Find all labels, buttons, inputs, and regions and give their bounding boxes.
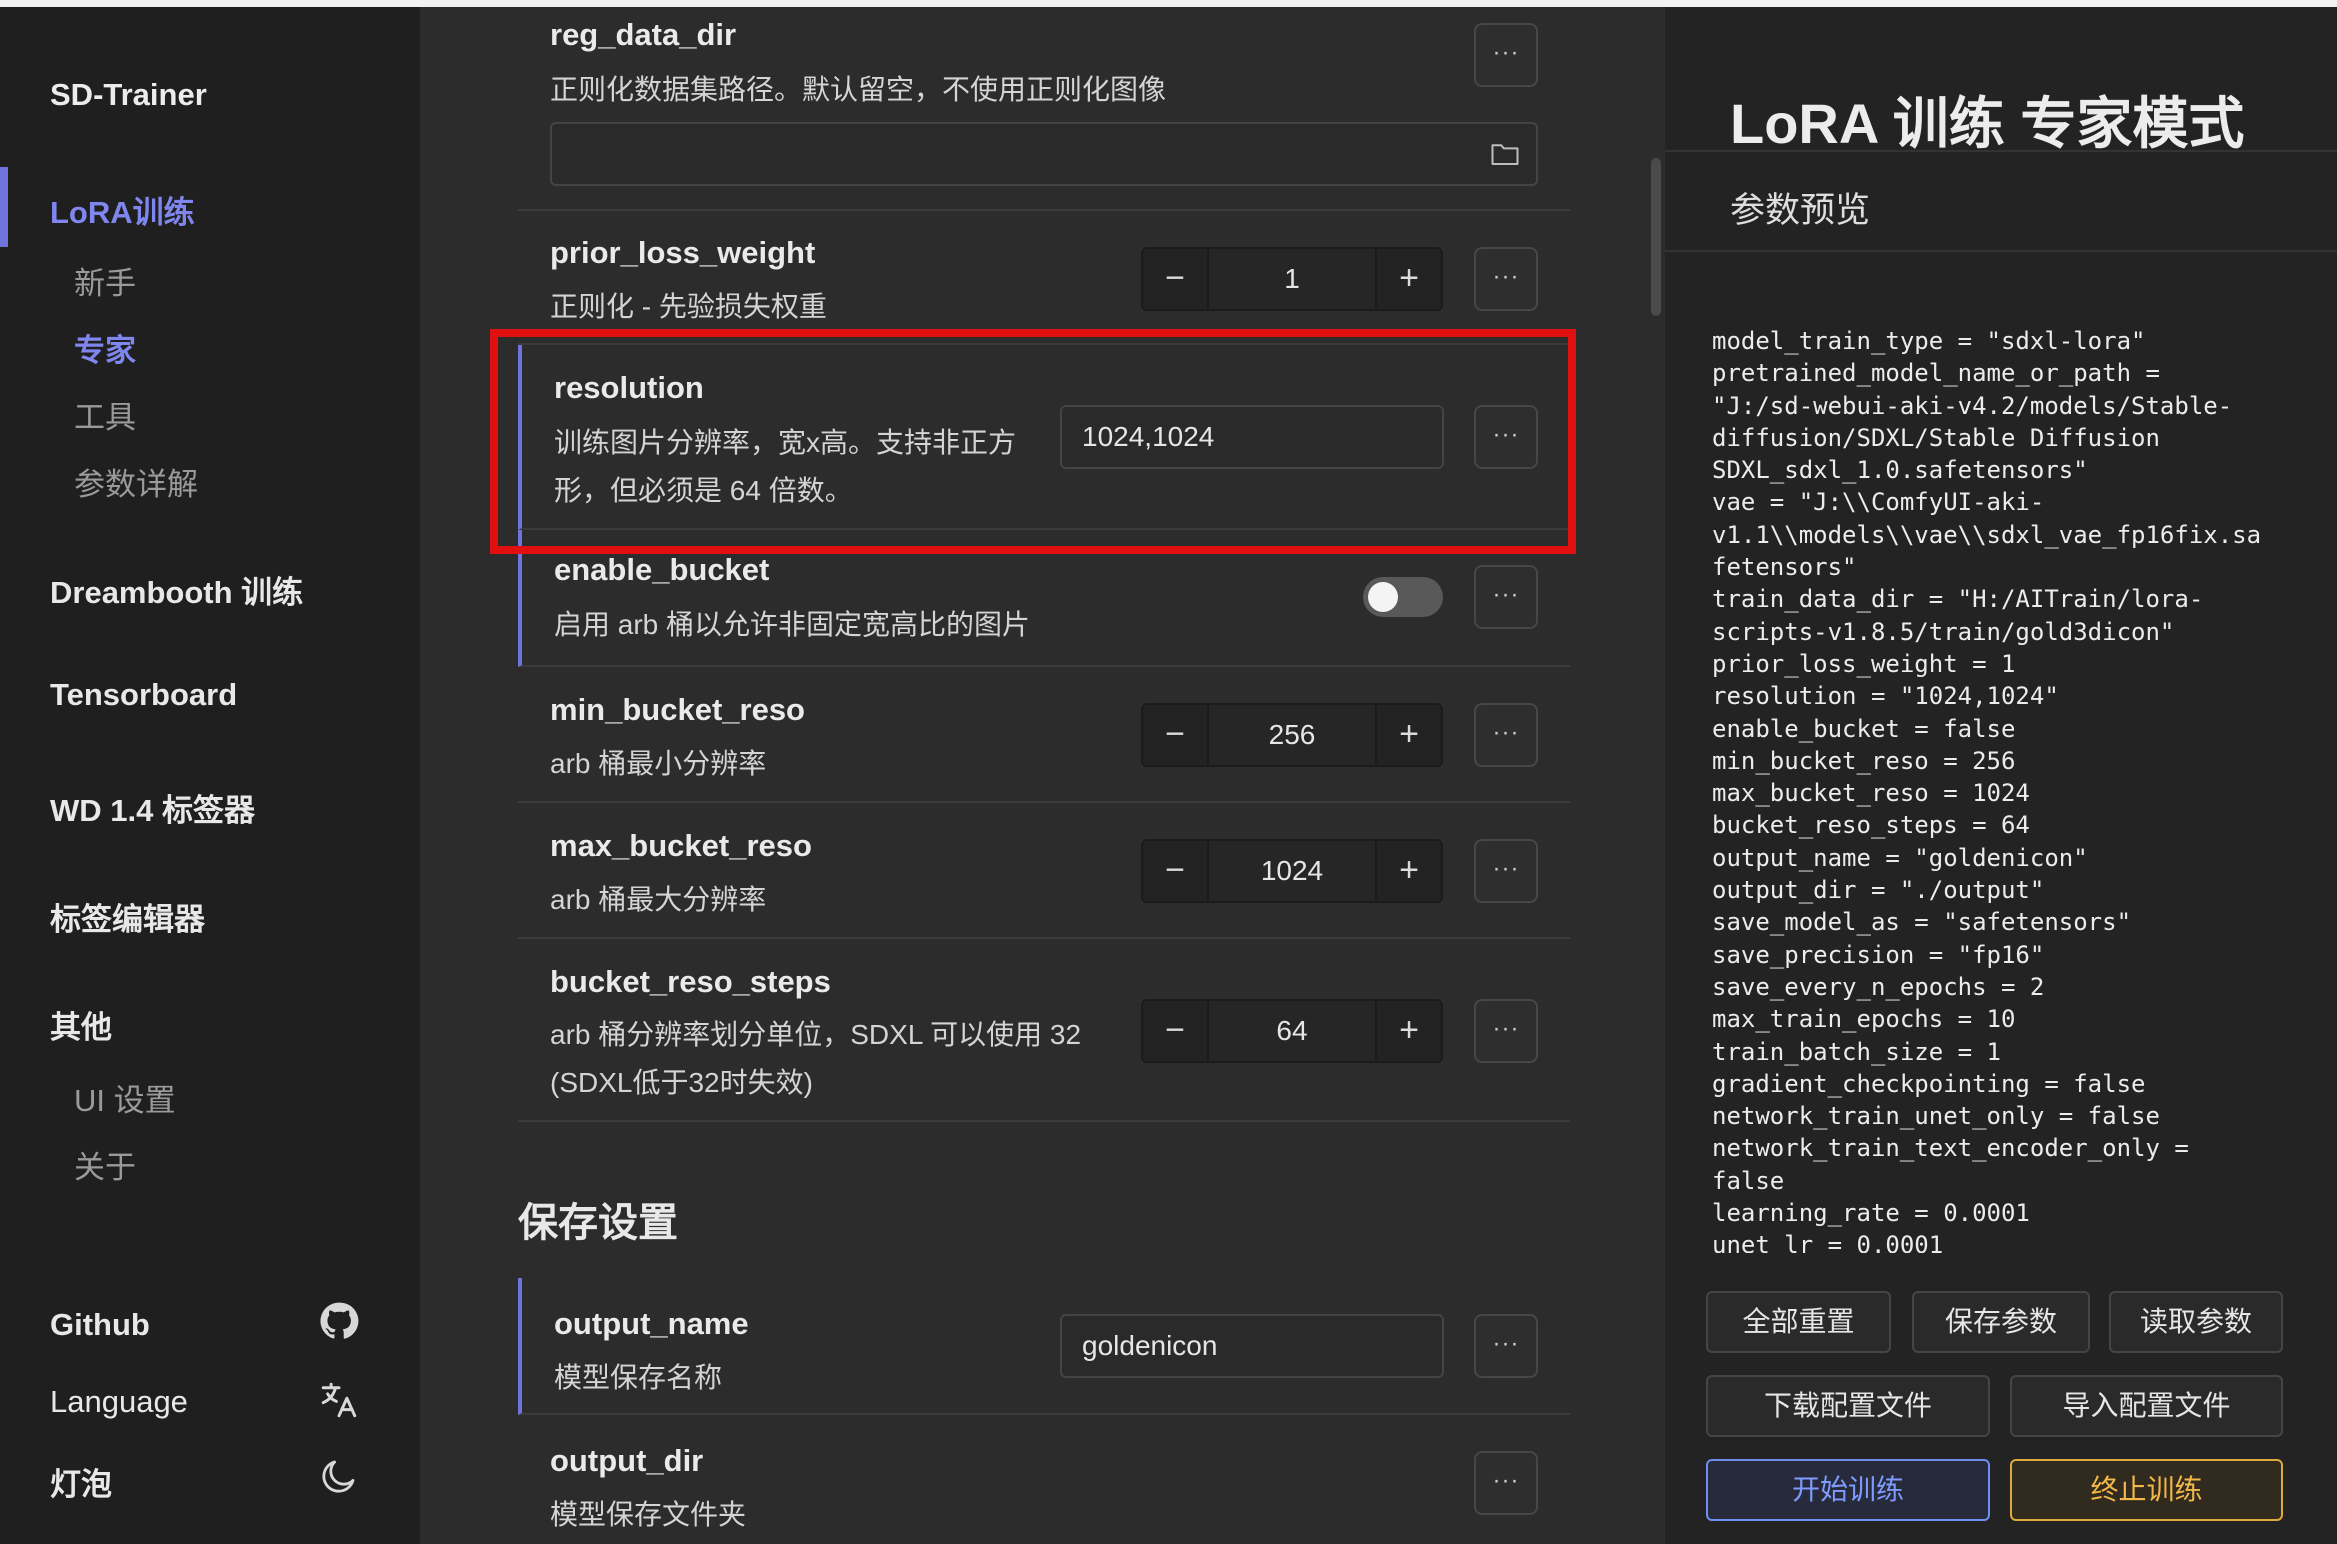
preview-title: 参数预览 [1730,191,1871,230]
increment-button[interactable]: + [1377,249,1441,309]
more-options-button[interactable]: ··· [1474,1314,1538,1378]
save-params-button[interactable]: 保存参数 [1912,1291,2090,1353]
more-options-button[interactable]: ··· [1474,23,1538,87]
param-name: bucket_reso_steps [550,964,831,999]
reg-data-dir-input[interactable] [550,122,1538,186]
sidebar-item-theme[interactable]: 灯泡 [50,1459,112,1504]
translate-icon[interactable] [318,1379,360,1421]
decrement-button[interactable]: − [1143,705,1207,765]
param-desc: 模型保存名称 [554,1362,723,1393]
param-desc-line1: arb 桶分辨率划分单位，SDXL 可以使用 32 [550,1019,1082,1050]
param-row-prior-loss-weight: prior_loss_weight 正则化 - 先验损失权重 − 1 + ··· [518,211,1570,345]
param-name: output_dir [550,1443,704,1478]
param-desc: arb 桶最小分辨率 [550,748,767,779]
decrement-button[interactable]: − [1143,249,1207,309]
prior-loss-weight-stepper: − 1 + [1141,247,1443,311]
more-options-button[interactable]: ··· [1474,565,1538,629]
section-title-save: 保存设置 [518,1201,678,1245]
github-icon[interactable] [318,1300,360,1342]
decrement-button[interactable]: − [1143,841,1207,901]
more-options-button[interactable]: ··· [1474,839,1538,903]
sidebar-item-tensorboard[interactable]: Tensorboard [50,677,237,713]
stepper-value[interactable]: 1 [1207,249,1377,309]
param-name: enable_bucket [554,552,770,587]
download-config-button[interactable]: 下载配置文件 [1706,1375,1990,1437]
enable-bucket-toggle[interactable] [1363,577,1443,617]
param-desc: 正则化数据集路径。默认留空，不使用正则化图像 [550,74,1167,105]
sidebar-item-expert[interactable]: 专家 [74,325,136,370]
toggle-knob [1368,582,1398,612]
sidebar-item-about[interactable]: 关于 [74,1142,136,1187]
param-row-output-dir: output_dir 模型保存文件夹 ··· [518,1415,1570,1544]
load-params-button[interactable]: 读取参数 [2109,1291,2283,1353]
sidebar-item-other[interactable]: 其他 [50,1002,112,1047]
sidebar-item-tag-editor[interactable]: 标签编辑器 [50,894,205,939]
output-name-input[interactable]: goldenicon [1060,1314,1444,1378]
param-name: output_name [554,1306,749,1341]
sidebar-item-beginner[interactable]: 新手 [74,258,136,303]
stop-training-button[interactable]: 终止训练 [2010,1459,2283,1521]
app-brand[interactable]: SD-Trainer [50,77,207,113]
min-bucket-reso-stepper: − 256 + [1141,703,1443,767]
window-top-strip [0,0,2337,7]
param-row-output-name: output_name 模型保存名称 goldenicon ··· [518,1278,1570,1415]
divider [1665,250,2337,252]
param-name: max_bucket_reso [550,828,812,863]
start-training-button[interactable]: 开始训练 [1706,1459,1990,1521]
import-config-button[interactable]: 导入配置文件 [2010,1375,2283,1437]
stepper-value[interactable]: 256 [1207,705,1377,765]
folder-icon[interactable] [1490,141,1520,167]
param-row-max-bucket-reso: max_bucket_reso arb 桶最大分辨率 − 1024 + ··· [518,803,1570,939]
sidebar-item-dreambooth[interactable]: Dreambooth 训练 [50,567,303,612]
preview-panel: LoRA 训练 专家模式 参数预览 model_train_type = "sd… [1665,7,2337,1544]
param-row-bucket-reso-steps: bucket_reso_steps arb 桶分辨率划分单位，SDXL 可以使用… [518,939,1570,1122]
sidebar-item-github[interactable]: Github [50,1307,150,1343]
param-name: prior_loss_weight [550,235,816,270]
reset-all-button[interactable]: 全部重置 [1706,1291,1891,1353]
stepper-value[interactable]: 64 [1207,1001,1377,1061]
moon-icon[interactable] [318,1455,360,1497]
more-options-button[interactable]: ··· [1474,247,1538,311]
increment-button[interactable]: + [1377,705,1441,765]
param-row-min-bucket-reso: min_bucket_reso arb 桶最小分辨率 − 256 + ··· [518,667,1570,803]
more-options-button[interactable]: ··· [1474,999,1538,1063]
more-options-button[interactable]: ··· [1474,1451,1538,1515]
main-scrollbar[interactable] [1651,158,1661,316]
params-preview-code[interactable]: model_train_type = "sdxl-lora" pretraine… [1712,325,2322,1253]
sidebar-item-wd-tagger[interactable]: WD 1.4 标签器 [50,785,255,830]
param-desc: arb 桶最大分辨率 [550,884,767,915]
sidebar-item-param-details[interactable]: 参数详解 [74,459,198,504]
page-title: LoRA 训练 专家模式 [1730,92,2245,155]
decrement-button[interactable]: − [1143,1001,1207,1061]
param-name: reg_data_dir [550,17,737,52]
sidebar-item-lora[interactable]: LoRA训练 [50,187,195,232]
stepper-value[interactable]: 1024 [1207,841,1377,901]
param-row-reg-data-dir: reg_data_dir 正则化数据集路径。默认留空，不使用正则化图像 ··· [518,7,1570,211]
divider [1665,150,2337,152]
param-desc: 正则化 - 先验损失权重 [550,291,827,322]
param-desc: 启用 arb 桶以允许非固定宽高比的图片 [554,609,1031,640]
more-options-button[interactable]: ··· [1474,703,1538,767]
increment-button[interactable]: + [1377,1001,1441,1061]
param-name: min_bucket_reso [550,692,805,727]
sidebar-active-indicator [0,167,8,247]
sidebar: SD-Trainer LoRA训练 新手 专家 工具 参数详解 Dreamboo… [0,7,420,1544]
sidebar-item-language[interactable]: Language [50,1384,188,1420]
max-bucket-reso-stepper: − 1024 + [1141,839,1443,903]
bucket-reso-steps-stepper: − 64 + [1141,999,1443,1063]
param-desc: 模型保存文件夹 [550,1499,747,1530]
sidebar-item-ui-settings[interactable]: UI 设置 [74,1075,176,1120]
sidebar-item-tools[interactable]: 工具 [74,392,136,437]
highlight-box [490,329,1576,554]
increment-button[interactable]: + [1377,841,1441,901]
param-desc-line2: (SDXL低于32时失效) [550,1067,813,1098]
